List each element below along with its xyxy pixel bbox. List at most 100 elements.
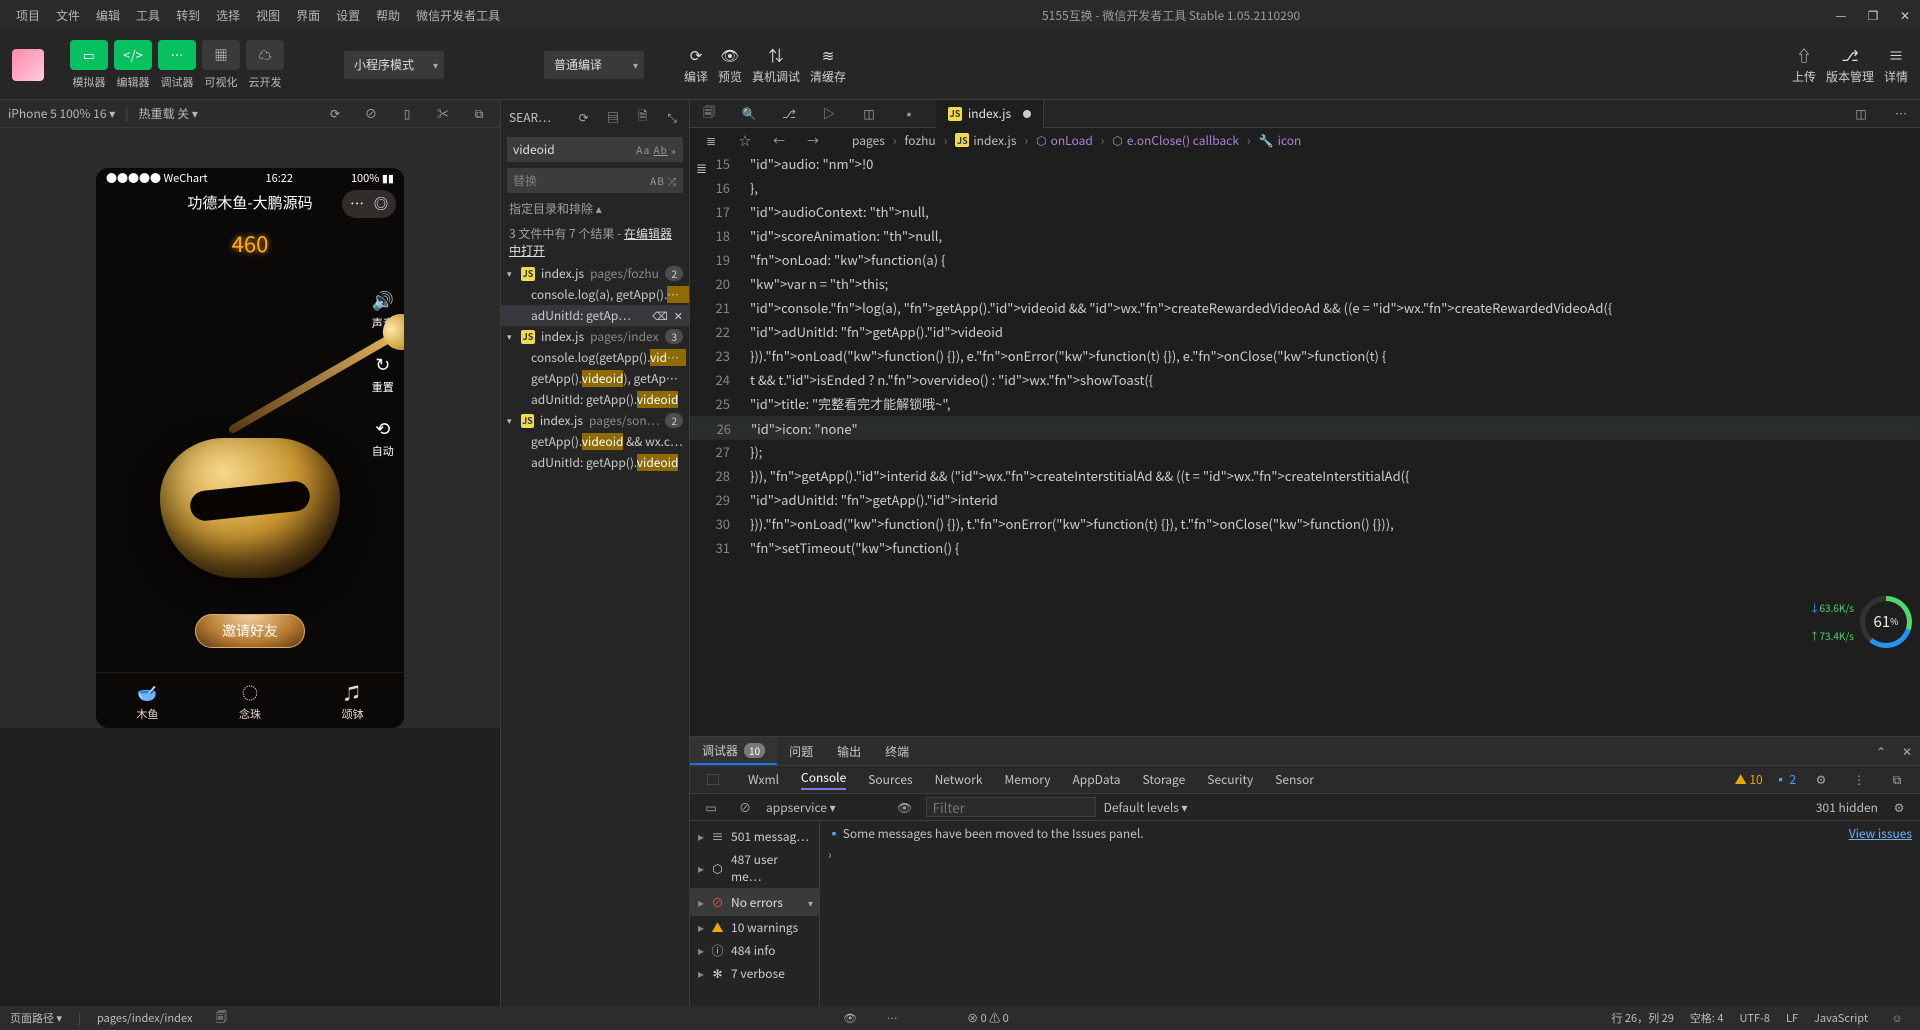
explorer-icon[interactable]: 🗐 bbox=[696, 103, 722, 125]
split-editor-icon[interactable]: ◫ bbox=[1848, 103, 1874, 125]
menu-编辑[interactable]: 编辑 bbox=[88, 4, 128, 27]
levels-select[interactable]: Default levels ▾ bbox=[1104, 799, 1188, 816]
context-select[interactable]: appservice ▾ bbox=[766, 799, 836, 816]
device-select[interactable]: iPhone 5 100% 16 ▾ bbox=[8, 105, 115, 122]
console-output[interactable]: ▪ Some messages have been moved to the I… bbox=[820, 821, 1920, 1006]
clear-cache-button[interactable]: ≋ bbox=[822, 44, 835, 66]
devtools-tab-issues[interactable]: 问题 bbox=[777, 737, 825, 765]
console-filter-row[interactable]: ▸⊘No errors bbox=[690, 888, 819, 916]
panel-sensor[interactable]: Sensor bbox=[1275, 771, 1314, 788]
search-result[interactable]: console.log(a), getApp().vi… bbox=[501, 284, 689, 305]
more-icon[interactable]: ⋯ bbox=[1888, 103, 1914, 125]
mute-icon[interactable]: ⊘ bbox=[358, 103, 384, 125]
refresh-icon[interactable]: ⟳ bbox=[322, 103, 348, 125]
visual-button[interactable]: ▦ bbox=[202, 40, 240, 70]
code-line[interactable]: 21 "id">console."fn">log(a), "fn">getApp… bbox=[690, 296, 1920, 320]
code-line[interactable]: 17 "id">audioContext: "th">null, bbox=[690, 200, 1920, 224]
menu-微信开发者工具[interactable]: 微信开发者工具 bbox=[408, 4, 508, 27]
new-file-icon[interactable]: 🗎 bbox=[634, 106, 652, 128]
feedback-icon[interactable]: ☺ bbox=[1884, 1007, 1910, 1029]
more-status-icon[interactable]: ⋯ bbox=[879, 1007, 905, 1029]
indent-status[interactable]: 空格: 4 bbox=[1690, 1010, 1724, 1026]
panel-storage[interactable]: Storage bbox=[1143, 771, 1186, 788]
search-file[interactable]: JSindex.js pages/son…2 bbox=[501, 410, 689, 431]
editor-button[interactable]: </> bbox=[114, 40, 152, 70]
gutter-action-icon[interactable]: ≣ bbox=[696, 156, 707, 180]
avatar[interactable] bbox=[12, 49, 44, 81]
panel-console[interactable]: Console bbox=[801, 769, 846, 790]
devtools-collapse-icon[interactable]: ⌃ bbox=[1868, 740, 1894, 762]
detail-button[interactable]: ≡ bbox=[1888, 44, 1903, 66]
page-path[interactable]: pages/index/index bbox=[97, 1010, 192, 1026]
cursor-position[interactable]: 行 26，列 29 bbox=[1611, 1010, 1673, 1026]
preview-button[interactable]: 👁 bbox=[721, 44, 740, 66]
console-filter-row[interactable]: ▸≡501 messag… bbox=[690, 825, 819, 848]
devtools-settings-icon[interactable]: ⚙ bbox=[1808, 769, 1834, 791]
devtools-dock-icon[interactable]: ⧉ bbox=[1884, 769, 1910, 791]
nav-fwd-icon[interactable]: → bbox=[800, 129, 826, 151]
code-line[interactable]: 15 "id">audio: "nm">!0 bbox=[690, 152, 1920, 176]
invite-button[interactable]: 邀请好友 bbox=[195, 614, 305, 648]
menu-项目[interactable]: 项目 bbox=[8, 4, 48, 27]
bookmark-icon[interactable]: ⭑ bbox=[896, 103, 922, 125]
console-clear-icon[interactable]: ⊘ bbox=[732, 796, 758, 818]
menu-视图[interactable]: 视图 bbox=[248, 4, 288, 27]
devtools-menu-icon[interactable]: ⋮ bbox=[1846, 769, 1872, 791]
compile-mode-select[interactable]: 普通编译 bbox=[544, 51, 644, 79]
tab-nianzhu[interactable]: ◌念珠 bbox=[239, 680, 261, 722]
devtools-close-icon[interactable]: ✕ bbox=[1894, 740, 1920, 762]
code-line[interactable]: 25 "id">title: "完整看完才能解锁哦~", bbox=[690, 392, 1920, 416]
code-line[interactable]: 28 })), "fn">getApp()."id">interid && ("… bbox=[690, 464, 1920, 488]
tab-songbo[interactable]: ♫颂钵 bbox=[342, 680, 364, 722]
panel-wxml[interactable]: Wxml bbox=[748, 771, 779, 788]
minimize-button[interactable]: — bbox=[1834, 7, 1848, 24]
panel-appdata[interactable]: AppData bbox=[1073, 771, 1121, 788]
reset-button[interactable]: ↻重置 bbox=[372, 351, 394, 395]
debug-icon[interactable]: ▷ bbox=[816, 103, 842, 125]
code-line[interactable]: 20 "kw">var n = "th">this; bbox=[690, 272, 1920, 296]
devtools-tab-terminal[interactable]: 终端 bbox=[873, 737, 921, 765]
search-icon[interactable]: 🔍 bbox=[736, 103, 762, 125]
debugger-button[interactable]: ⋯ bbox=[158, 40, 196, 70]
remote-debug-button[interactable]: ⇅ bbox=[769, 44, 784, 66]
eye-icon[interactable]: 👁 bbox=[892, 796, 918, 818]
console-filter-row[interactable]: ▸✻7 verbose bbox=[690, 962, 819, 985]
search-result[interactable]: getApp().videoid), getApp… bbox=[501, 368, 689, 389]
language-status[interactable]: JavaScript bbox=[1814, 1010, 1868, 1026]
encoding-status[interactable]: UTF-8 bbox=[1739, 1010, 1770, 1026]
code-editor[interactable]: ≣ 15 "id">audio: "nm">!016 },17 "id">aud… bbox=[690, 152, 1920, 736]
search-result[interactable]: getApp().videoid && wx.c… bbox=[501, 431, 689, 452]
filter-input[interactable] bbox=[926, 797, 1096, 817]
search-result[interactable]: adUnitId: getApp().videoid bbox=[501, 389, 689, 410]
panel-sources[interactable]: Sources bbox=[868, 771, 912, 788]
devtools-tab-output[interactable]: 输出 bbox=[825, 737, 873, 765]
search-result[interactable]: adUnitId: getAp…⌫✕ bbox=[501, 305, 689, 326]
version-button[interactable]: ⎇ bbox=[1841, 44, 1858, 66]
close-icon[interactable]: ✕ bbox=[674, 308, 683, 324]
crumb-1[interactable]: fozhu bbox=[904, 132, 935, 149]
search-scope[interactable]: 指定目录和排除 ▴ bbox=[501, 196, 689, 221]
console-filter-row[interactable]: ▸▲10 warnings bbox=[690, 916, 819, 939]
tab-index-js[interactable]: JS index.js bbox=[936, 100, 1044, 128]
search-tab[interactable]: SEAR… bbox=[509, 109, 551, 126]
bookmark-outline-icon[interactable]: ☆ bbox=[732, 129, 758, 151]
search-file[interactable]: JSindex.js pages/fozhu2 bbox=[501, 263, 689, 284]
extensions-icon[interactable]: ◫ bbox=[856, 103, 882, 125]
code-line[interactable]: 16 }, bbox=[690, 176, 1920, 200]
console-settings-icon[interactable]: ⚙ bbox=[1886, 796, 1912, 818]
console-filter-row[interactable]: ▸⬡487 user me… bbox=[690, 848, 819, 888]
code-line[interactable]: 31 "fn">setTimeout("kw">function() { bbox=[690, 536, 1920, 560]
dismiss-icon[interactable]: ⌫ bbox=[652, 308, 668, 324]
woodfish-graphic[interactable] bbox=[160, 438, 340, 578]
menu-工具[interactable]: 工具 bbox=[128, 4, 168, 27]
console-block-icon[interactable]: ▭ bbox=[698, 796, 724, 818]
code-line[interactable]: 30 }))."fn">onLoad("kw">function() {}), … bbox=[690, 512, 1920, 536]
cloud-button[interactable]: ☁ bbox=[246, 40, 284, 70]
menu-帮助[interactable]: 帮助 bbox=[368, 4, 408, 27]
code-line[interactable]: 29 "id">adUnitId: "fn">getApp()."id">int… bbox=[690, 488, 1920, 512]
code-line[interactable]: 27 }); bbox=[690, 440, 1920, 464]
code-line[interactable]: 19 "fn">onLoad: "kw">function(a) { bbox=[690, 248, 1920, 272]
capsule-menu-icon[interactable]: ⋯ bbox=[350, 194, 364, 214]
simulator-button[interactable]: ▭ bbox=[70, 40, 108, 70]
eye-status-icon[interactable]: 👁 bbox=[837, 1007, 863, 1029]
